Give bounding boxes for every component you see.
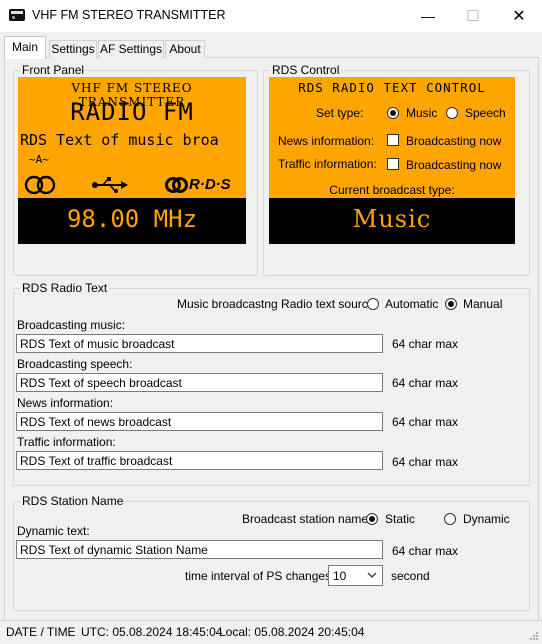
station-name-display: RADIO FM (70, 98, 194, 126)
traffic-text-label: Traffic information: (17, 435, 116, 449)
source-manual-radio[interactable] (445, 298, 457, 310)
type-music-radio[interactable] (387, 107, 399, 119)
news-info-label: News information: (278, 134, 375, 148)
rds-station-name-label: RDS Station Name (20, 494, 126, 508)
interval-label: time interval of PS changes: (185, 569, 335, 583)
dynamic-text-input[interactable]: RDS Text of dynamic Station Name (16, 540, 383, 559)
minimize-button[interactable]: — (405, 0, 451, 32)
rds-logo-text: R·D·S (189, 176, 231, 193)
dynamic-text-label: Dynamic text: (17, 524, 90, 538)
music-text-label: Broadcasting music: (17, 318, 126, 332)
type-speech-label[interactable]: Speech (465, 106, 506, 120)
af-indicator: ~A~ (29, 153, 49, 166)
interval-value: 10 (333, 569, 347, 583)
mode-static-label[interactable]: Static (385, 512, 415, 526)
current-type-label: Current broadcast type: (329, 183, 455, 197)
traffic-broadcasting-checkbox[interactable] (387, 158, 399, 170)
status-label: DATE / TIME (6, 625, 76, 639)
current-type-value: Music (352, 205, 432, 233)
source-manual-label[interactable]: Manual (463, 297, 502, 311)
resize-grip-icon[interactable] (528, 630, 539, 641)
speech-text-hint: 64 char max (392, 376, 459, 390)
mode-dynamic-label[interactable]: Dynamic (463, 512, 510, 526)
interval-select[interactable]: 10 (328, 565, 383, 586)
mode-dynamic-radio[interactable] (444, 513, 456, 525)
speech-text-label: Broadcasting speech: (17, 357, 133, 371)
set-type-label: Set type: (316, 106, 364, 120)
usb-icon (92, 177, 128, 193)
tab-about[interactable]: About (165, 40, 205, 58)
news-broadcasting-label[interactable]: Broadcasting now (406, 134, 501, 148)
source-automatic-label[interactable]: Automatic (385, 297, 438, 311)
news-text-input[interactable]: RDS Text of news broadcast (16, 412, 383, 431)
close-button[interactable]: ✕ (496, 0, 542, 32)
traffic-broadcasting-label[interactable]: Broadcasting now (406, 158, 501, 172)
window-title: VHF FM STEREO TRANSMITTER (32, 8, 226, 22)
music-text-hint: 64 char max (392, 337, 459, 351)
tab-af-settings[interactable]: AF Settings (98, 40, 164, 58)
music-text-input[interactable]: RDS Text of music broadcast (16, 334, 383, 353)
interval-unit: second (391, 569, 430, 583)
traffic-text-hint: 64 char max (392, 455, 459, 469)
news-text-label: News information: (17, 396, 114, 410)
app-icon (9, 9, 25, 21)
tab-settings[interactable]: Settings (49, 40, 97, 58)
speech-text-input[interactable]: RDS Text of speech broadcast (16, 373, 383, 392)
chevron-down-icon (367, 572, 377, 578)
news-broadcasting-checkbox[interactable] (387, 134, 399, 146)
dynamic-text-hint: 64 char max (392, 544, 459, 558)
front-panel-label: Front Panel (20, 63, 87, 77)
rds-control-label: RDS Control (270, 63, 342, 77)
frequency-value: 98.00 MHz (66, 205, 198, 233)
traffic-text-input[interactable]: RDS Text of traffic broadcast (16, 451, 383, 470)
rds-radio-text-label: RDS Radio Text (20, 281, 110, 295)
rds-logo-icon (165, 177, 188, 193)
type-music-label[interactable]: Music (406, 106, 437, 120)
text-source-label: Music broadcastng Radio text source: (177, 297, 378, 311)
source-automatic-radio[interactable] (367, 298, 379, 310)
traffic-info-label: Traffic information: (278, 157, 377, 171)
mode-static-radio[interactable] (366, 513, 378, 525)
utc-time: UTC: 05.08.2024 18:45:04 (81, 625, 223, 639)
stereo-icon (24, 175, 56, 195)
rds-control-header: RDS RADIO TEXT CONTROL (298, 80, 486, 95)
local-time: Local: 05.08.2024 20:45:04 (219, 625, 365, 639)
station-mode-label: Broadcast station name: (242, 512, 372, 526)
maximize-button[interactable]: ☐ (450, 0, 496, 32)
news-text-hint: 64 char max (392, 415, 459, 429)
tab-main[interactable]: Main (4, 36, 46, 59)
type-speech-radio[interactable] (446, 107, 458, 119)
rds-text-display: RDS Text of music broa (20, 131, 219, 149)
